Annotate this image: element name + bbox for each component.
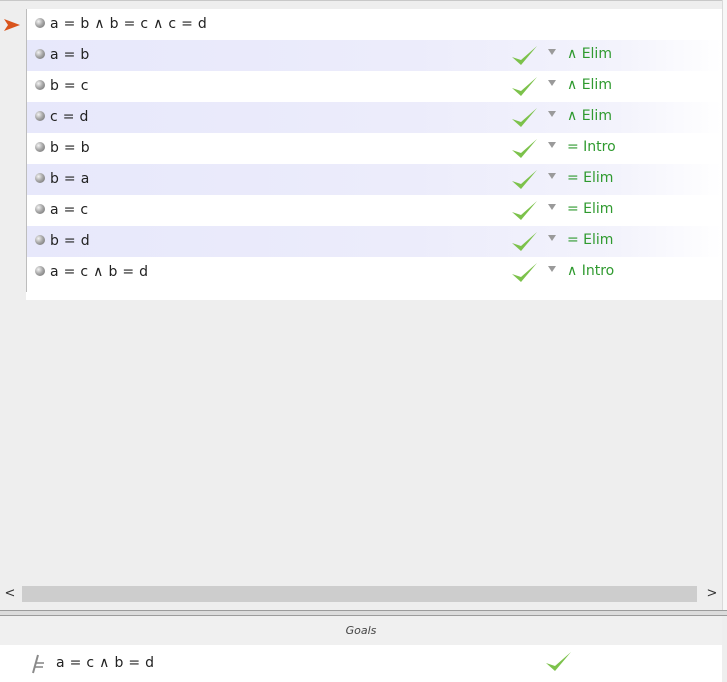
checkmark-icon <box>512 232 537 251</box>
step-formula[interactable]: a = c <box>50 202 88 218</box>
rule-label[interactable]: ∧ Elim <box>567 108 612 124</box>
goal-formula[interactable]: a = c ∧ b = d <box>56 655 154 671</box>
premise-row[interactable]: a = b ∧ b = c ∧ c = d <box>27 9 722 40</box>
rule-label[interactable]: = Intro <box>567 139 616 155</box>
dropdown-triangle-icon[interactable] <box>548 111 556 117</box>
horizontal-scrollbar[interactable]: < > <box>0 583 722 605</box>
goals-panel: Goals a = c ∧ b = d <box>0 616 722 682</box>
checkmark-icon <box>512 201 537 220</box>
turnstile-icon <box>32 654 44 674</box>
line-bullet-icon[interactable] <box>35 49 45 59</box>
proof-step-row[interactable]: b = b = Intro <box>27 133 722 164</box>
proof-step-row[interactable]: b = c ∧ Elim <box>27 71 722 102</box>
proof-step-row[interactable]: b = d = Elim <box>27 226 722 257</box>
goals-header: Goals <box>0 616 722 645</box>
rule-label[interactable]: = Elim <box>567 201 613 217</box>
line-bullet-icon[interactable] <box>35 111 45 121</box>
dropdown-triangle-icon[interactable] <box>548 204 556 210</box>
dropdown-triangle-icon[interactable] <box>548 266 556 272</box>
rule-label[interactable]: = Elim <box>567 232 613 248</box>
line-bullet-icon[interactable] <box>35 266 45 276</box>
scroll-right-button[interactable]: > <box>702 583 722 605</box>
scroll-thumb[interactable] <box>22 586 697 602</box>
vertical-scroll-track[interactable] <box>722 0 727 610</box>
checkmark-icon <box>512 108 537 127</box>
line-bullet-icon[interactable] <box>35 80 45 90</box>
line-bullet-icon[interactable] <box>35 204 45 214</box>
step-formula[interactable]: c = d <box>50 109 89 125</box>
proof-step-row[interactable]: a = b ∧ Elim <box>27 40 722 71</box>
checkmark-icon <box>546 652 571 671</box>
line-bullet-icon[interactable] <box>35 235 45 245</box>
proof-step-row[interactable]: c = d ∧ Elim <box>27 102 722 133</box>
step-formula[interactable]: a = b <box>50 47 90 63</box>
premise-formula[interactable]: a = b ∧ b = c ∧ c = d <box>50 16 207 32</box>
dropdown-triangle-icon[interactable] <box>548 142 556 148</box>
checkmark-icon <box>512 46 537 65</box>
proof-step-row[interactable]: a = c ∧ b = d ∧ Intro <box>27 257 722 288</box>
dropdown-triangle-icon[interactable] <box>548 80 556 86</box>
checkmark-icon <box>512 263 537 282</box>
rule-label[interactable]: ∧ Elim <box>567 77 612 93</box>
checkmark-icon <box>512 139 537 158</box>
goal-row[interactable]: a = c ∧ b = d <box>0 645 722 682</box>
dropdown-triangle-icon[interactable] <box>548 235 556 241</box>
line-bullet-icon[interactable] <box>35 142 45 152</box>
step-formula[interactable]: b = a <box>50 171 90 187</box>
rule-label[interactable]: ∧ Elim <box>567 46 612 62</box>
proof-step-row[interactable]: a = c = Elim <box>27 195 722 226</box>
rule-label[interactable]: ∧ Intro <box>567 263 614 279</box>
dropdown-triangle-icon[interactable] <box>548 173 556 179</box>
proof-panel: a = b ∧ b = c ∧ c = d a = b ∧ Elim b = c… <box>0 1 722 581</box>
scroll-left-button[interactable]: < <box>0 583 20 605</box>
step-formula[interactable]: b = c <box>50 78 89 94</box>
line-bullet-icon[interactable] <box>35 18 45 28</box>
proof-step-row[interactable]: b = a = Elim <box>27 164 722 195</box>
step-formula[interactable]: a = c ∧ b = d <box>50 264 148 280</box>
step-formula[interactable]: b = d <box>50 233 90 249</box>
dropdown-triangle-icon[interactable] <box>548 49 556 55</box>
step-formula[interactable]: b = b <box>50 140 90 156</box>
checkmark-icon <box>512 170 537 189</box>
rule-label[interactable]: = Elim <box>567 170 613 186</box>
current-line-arrow-icon <box>4 19 20 31</box>
line-bullet-icon[interactable] <box>35 173 45 183</box>
checkmark-icon <box>512 77 537 96</box>
